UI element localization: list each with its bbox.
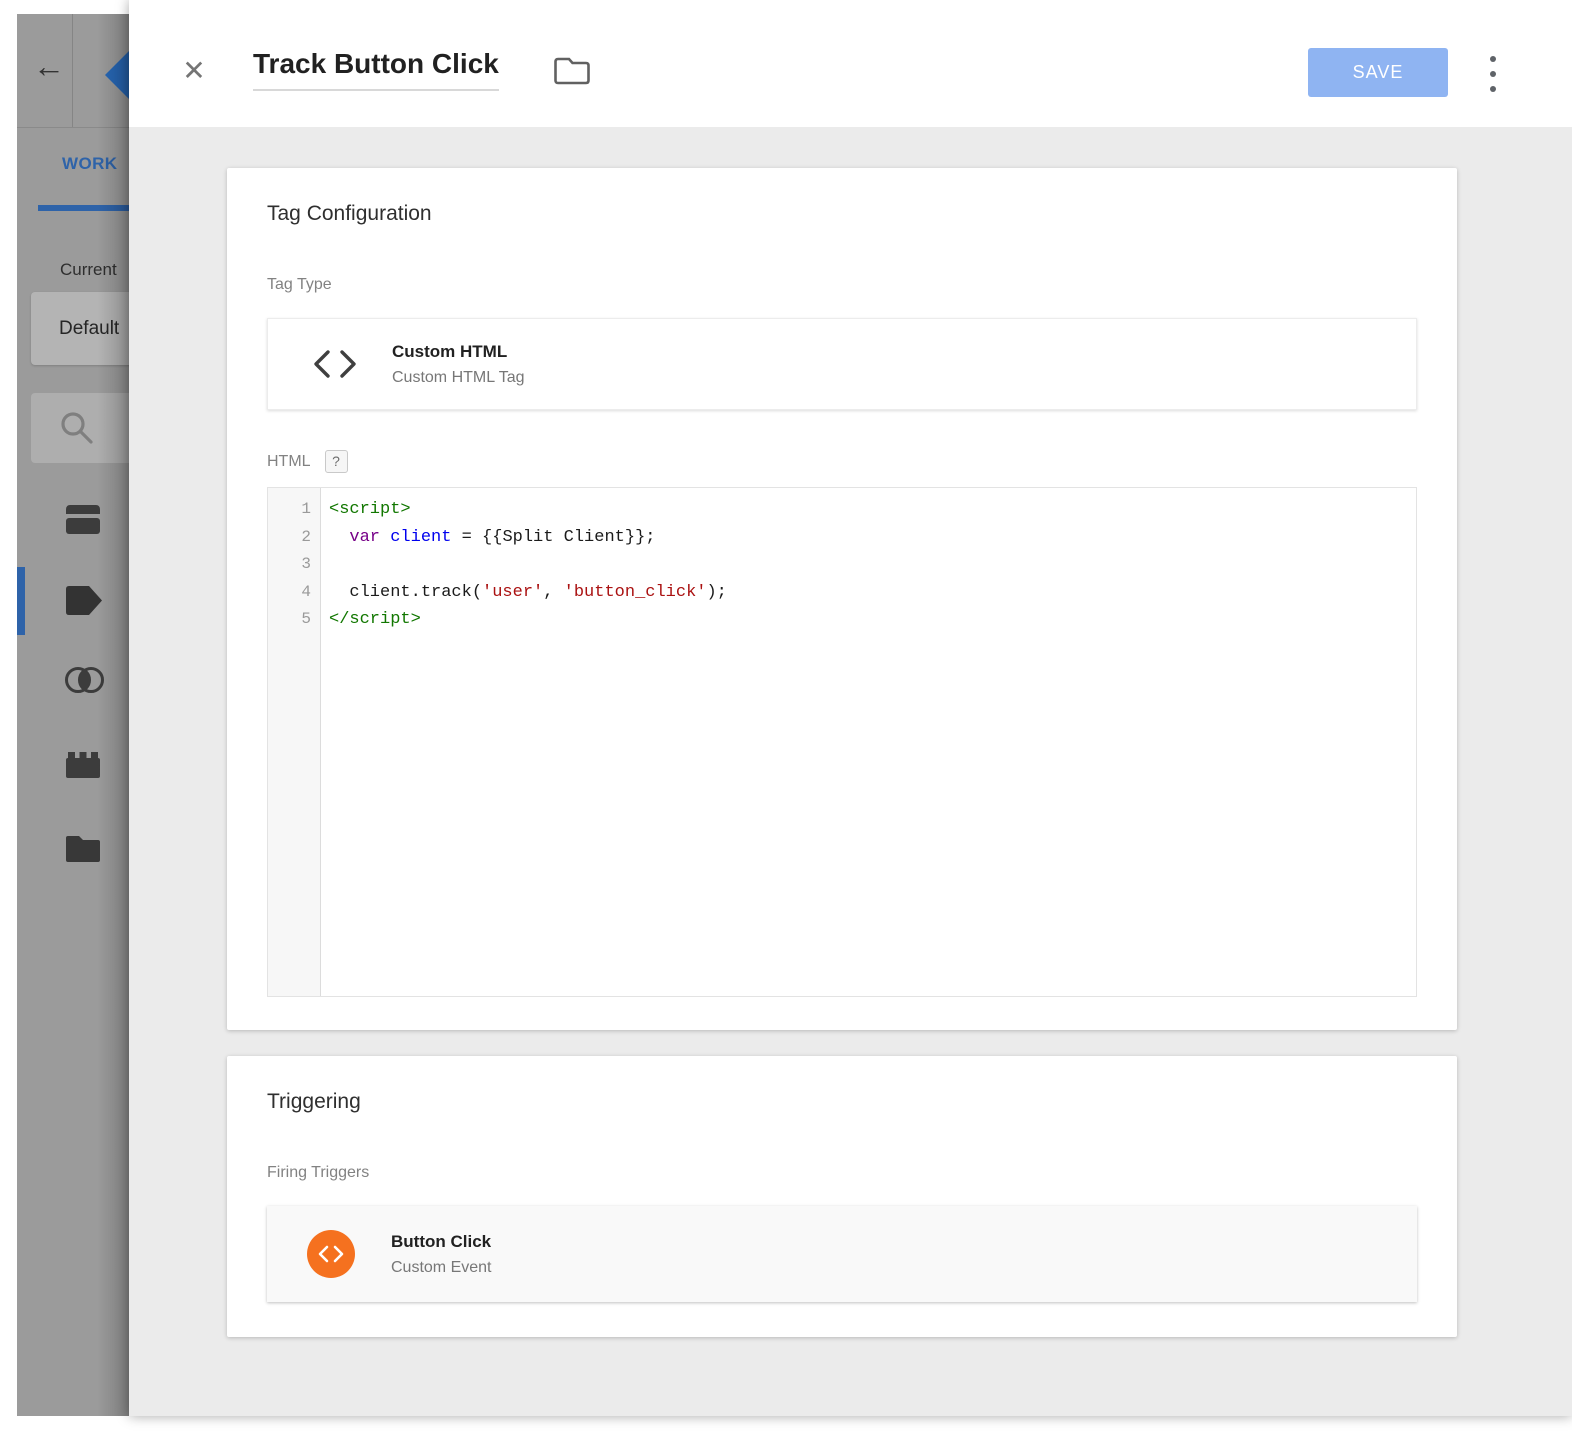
html-field-label: HTML <box>267 453 311 471</box>
line-number: 3 <box>268 551 320 579</box>
search-input[interactable] <box>31 393 129 463</box>
code-line: var client = {{Split Client}}; <box>329 524 1416 552</box>
line-number: 4 <box>268 579 320 607</box>
triggering-heading: Triggering <box>267 1090 1417 1114</box>
line-number: 5 <box>268 606 320 634</box>
tag-type-label: Tag Type <box>267 276 1417 294</box>
line-number: 2 <box>268 524 320 552</box>
header-divider <box>17 127 129 128</box>
sidebar-item-variables[interactable] <box>66 751 100 779</box>
firing-triggers-label: Firing Triggers <box>267 1164 1417 1182</box>
trigger-name: Button Click <box>391 1232 491 1252</box>
help-icon[interactable]: ? <box>325 450 348 473</box>
tab-workspace[interactable]: WORK <box>62 154 117 174</box>
trigger-description: Custom Event <box>391 1259 491 1277</box>
triggering-card: Triggering Firing Triggers Button Click … <box>227 1056 1457 1337</box>
tag-name-field[interactable]: Track Button Click <box>253 48 499 91</box>
code-lines: <script> var client = {{Split Client}}; … <box>321 488 1416 996</box>
tag-type-name: Custom HTML <box>392 342 524 362</box>
close-icon[interactable]: ✕ <box>176 53 212 89</box>
code-line <box>329 551 1416 579</box>
code-line: <script> <box>329 496 1416 524</box>
sidebar-item-overview[interactable] <box>66 505 100 535</box>
active-nav-indicator <box>17 567 25 635</box>
gtm-logo-icon <box>93 37 129 109</box>
tag-configuration-card: Tag Configuration Tag Type Custom HTML C… <box>227 168 1457 1030</box>
sidebar-item-tags[interactable] <box>66 586 102 615</box>
workspace-selector[interactable]: Default <box>31 292 129 365</box>
more-options-icon[interactable] <box>1487 56 1499 92</box>
modal-header: ✕ Track Button Click SAVE <box>129 0 1572 127</box>
code-line: </script> <box>329 606 1416 634</box>
html-code-editor[interactable]: 12345 <script> var client = {{Split Clie… <box>267 487 1417 997</box>
tag-editor-modal: ✕ Track Button Click SAVE Tag Configurat… <box>129 0 1572 1416</box>
sidebar-item-folders[interactable] <box>66 834 100 862</box>
current-workspace-label: Current <box>60 260 117 280</box>
code-brackets-icon <box>312 348 358 380</box>
move-to-folder-icon[interactable] <box>553 55 591 87</box>
tag-type-description: Custom HTML Tag <box>392 369 524 387</box>
custom-event-icon <box>307 1230 355 1278</box>
line-number: 1 <box>268 496 320 524</box>
search-icon <box>58 409 96 447</box>
modal-body: Tag Configuration Tag Type Custom HTML C… <box>129 127 1572 1416</box>
back-arrow-icon[interactable]: ← <box>29 48 69 85</box>
save-button[interactable]: SAVE <box>1308 48 1448 97</box>
tag-configuration-heading: Tag Configuration <box>267 202 1417 226</box>
sidebar-item-triggers[interactable] <box>64 662 106 698</box>
dimmed-background-app: ← WORK Current Default <box>17 14 129 1416</box>
trigger-item[interactable]: Button Click Custom Event <box>267 1206 1417 1302</box>
code-line: client.track('user', 'button_click'); <box>329 579 1416 607</box>
tab-active-underline <box>38 205 129 211</box>
header-divider <box>72 14 73 127</box>
tag-type-selector[interactable]: Custom HTML Custom HTML Tag <box>267 318 1417 410</box>
code-gutter: 12345 <box>268 488 321 996</box>
